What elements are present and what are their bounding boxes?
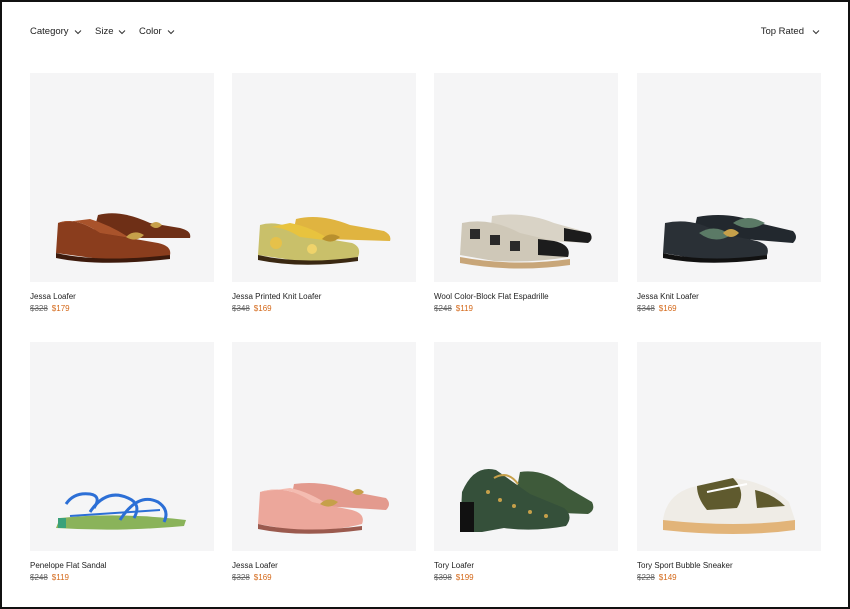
product-image[interactable] (637, 342, 821, 551)
product-prices: $328 $169 (232, 573, 416, 582)
product-name[interactable]: Tory Loafer (434, 561, 618, 570)
page-frame: Category Size Color Top Rated Jessa Loaf… (0, 0, 850, 609)
sneaker-image (663, 478, 795, 534)
product-prices: $348 $169 (637, 304, 821, 313)
original-price: $348 (637, 304, 655, 313)
product-card[interactable]: Jessa Loafer $328 $169 (232, 342, 416, 582)
filter-toolbar: Category Size Color Top Rated (30, 26, 820, 44)
sale-price: $119 (455, 304, 473, 313)
chevron-down-icon (167, 29, 175, 34)
original-price: $248 (30, 573, 48, 582)
product-card[interactable]: Penelope Flat Sandal $248 $119 (30, 342, 214, 582)
sale-price: $169 (253, 573, 272, 582)
product-image[interactable] (434, 73, 618, 282)
product-card[interactable]: Wool Color-Block Flat Espadrille $248 $11… (434, 73, 618, 313)
product-card[interactable]: Jessa Printed Knit Loafer $348 $169 (232, 73, 416, 313)
product-image[interactable] (637, 73, 821, 282)
loafer-brown-image (56, 213, 191, 263)
product-name[interactable]: Wool Color-Block Flat Espadrille (434, 292, 618, 301)
size-filter[interactable]: Size (95, 26, 126, 37)
product-name[interactable]: Jessa Loafer (30, 292, 214, 301)
sandal-image (56, 492, 186, 530)
product-image[interactable] (30, 342, 214, 551)
product-prices: $248 $119 (434, 304, 618, 313)
product-prices: $348 $169 (232, 304, 416, 313)
loafer-croc-image (460, 468, 594, 532)
sort-dropdown[interactable]: Top Rated (761, 26, 820, 37)
original-price: $348 (232, 304, 250, 313)
product-image[interactable] (30, 73, 214, 282)
product-prices: $228 $149 (637, 573, 821, 582)
product-prices: $328 $179 (30, 304, 214, 313)
size-filter-label: Size (95, 26, 114, 37)
product-card[interactable]: Jessa Loafer $328 $179 (30, 73, 214, 313)
loafer-knit-image (663, 215, 796, 263)
sale-price: $119 (51, 573, 69, 582)
original-price: $328 (232, 573, 250, 582)
product-name[interactable]: Tory Sport Bubble Sneaker (637, 561, 821, 570)
product-name[interactable]: Jessa Knit Loafer (637, 292, 821, 301)
sale-price: $199 (455, 573, 474, 582)
original-price: $328 (30, 304, 48, 313)
chevron-down-icon (74, 29, 81, 34)
sale-price: $179 (51, 304, 70, 313)
sale-price: $169 (253, 304, 272, 313)
chevron-down-icon (812, 29, 820, 34)
category-filter[interactable]: Category (30, 26, 82, 37)
sale-price: $149 (658, 573, 677, 582)
product-image[interactable] (232, 342, 416, 551)
sort-label: Top Rated (760, 26, 804, 37)
loafer-pink-image (258, 483, 389, 534)
product-prices: $398 $199 (434, 573, 618, 582)
product-card[interactable]: Tory Loafer $398 $199 (434, 342, 618, 582)
color-filter[interactable]: Color (139, 26, 175, 37)
product-name[interactable]: Penelope Flat Sandal (30, 561, 214, 570)
product-image[interactable] (434, 342, 618, 551)
original-price: $398 (434, 573, 452, 582)
product-card[interactable]: Tory Sport Bubble Sneaker $228 $149 (637, 342, 821, 582)
chevron-down-icon (119, 29, 126, 34)
loafer-printed-knit-image (258, 217, 391, 265)
product-name[interactable]: Jessa Printed Knit Loafer (232, 292, 416, 301)
category-filter-label: Category (30, 26, 69, 37)
product-name[interactable]: Jessa Loafer (232, 561, 416, 570)
product-prices: $248 $119 (30, 573, 214, 582)
original-price: $228 (637, 573, 655, 582)
product-card[interactable]: Jessa Knit Loafer $348 $169 (637, 73, 821, 313)
espadrille-image (460, 214, 592, 269)
sale-price: $169 (658, 304, 677, 313)
product-image[interactable] (232, 73, 416, 282)
original-price: $248 (434, 304, 452, 313)
color-filter-label: Color (139, 26, 162, 37)
